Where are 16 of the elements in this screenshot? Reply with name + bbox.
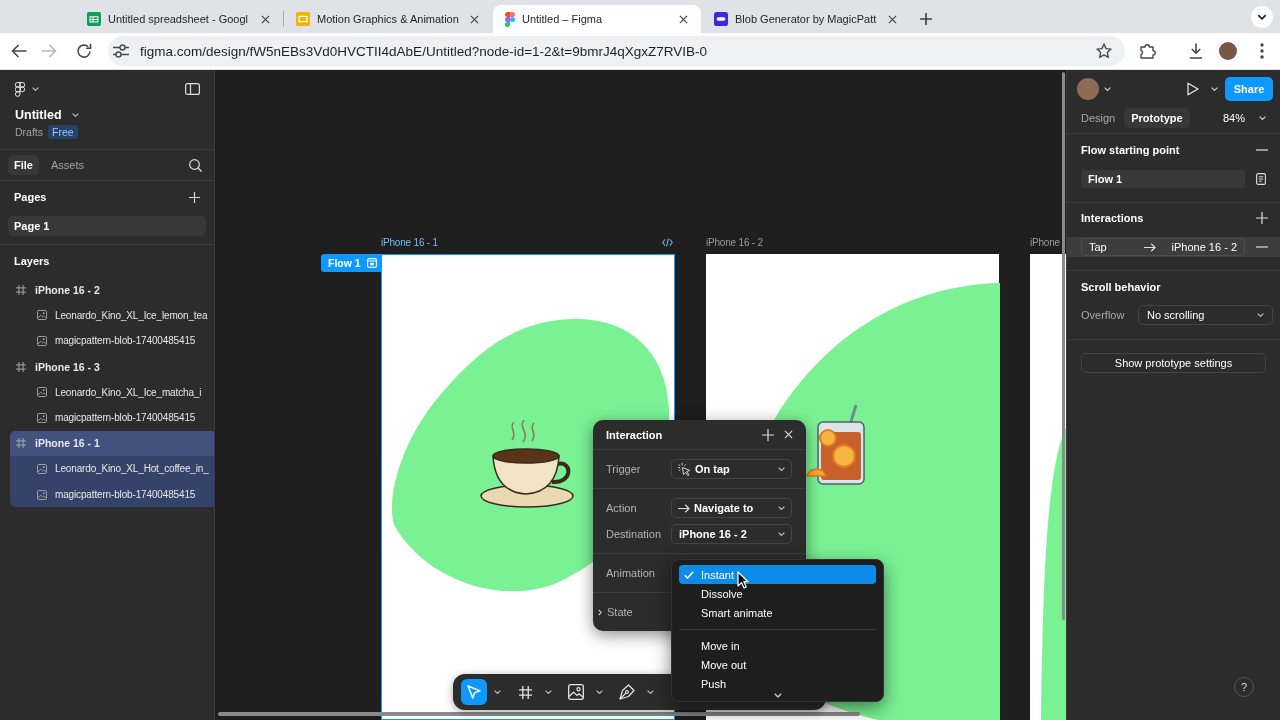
section-heading: Pages: [14, 191, 47, 203]
destination-label: iPhone 16 - 2: [1171, 241, 1237, 253]
section-heading: Layers: [14, 255, 50, 267]
section-heading: Interactions: [1081, 212, 1144, 224]
file-location: Drafts: [15, 126, 43, 138]
plan-badge: Free: [48, 125, 78, 139]
field-label: Destination: [605, 528, 663, 540]
trigger-label: Tap: [1089, 241, 1107, 253]
panel-title: Interaction: [606, 428, 663, 441]
field-label: Action: [605, 502, 638, 514]
section-heading: Scroll behavior: [1081, 281, 1161, 293]
field-label: Trigger: [605, 463, 642, 475]
section-heading: Flow starting point: [1081, 144, 1180, 156]
url-text: figma.com/design/fW5nEBs3Vd0HVCTII4dAbE/Untitled?node-id=1-2&t=9bmrJ4qXgxZ7RVIB-0: [140, 43, 709, 59]
field-label: Overflow: [1081, 309, 1126, 321]
field-label: Animation: [605, 567, 656, 579]
